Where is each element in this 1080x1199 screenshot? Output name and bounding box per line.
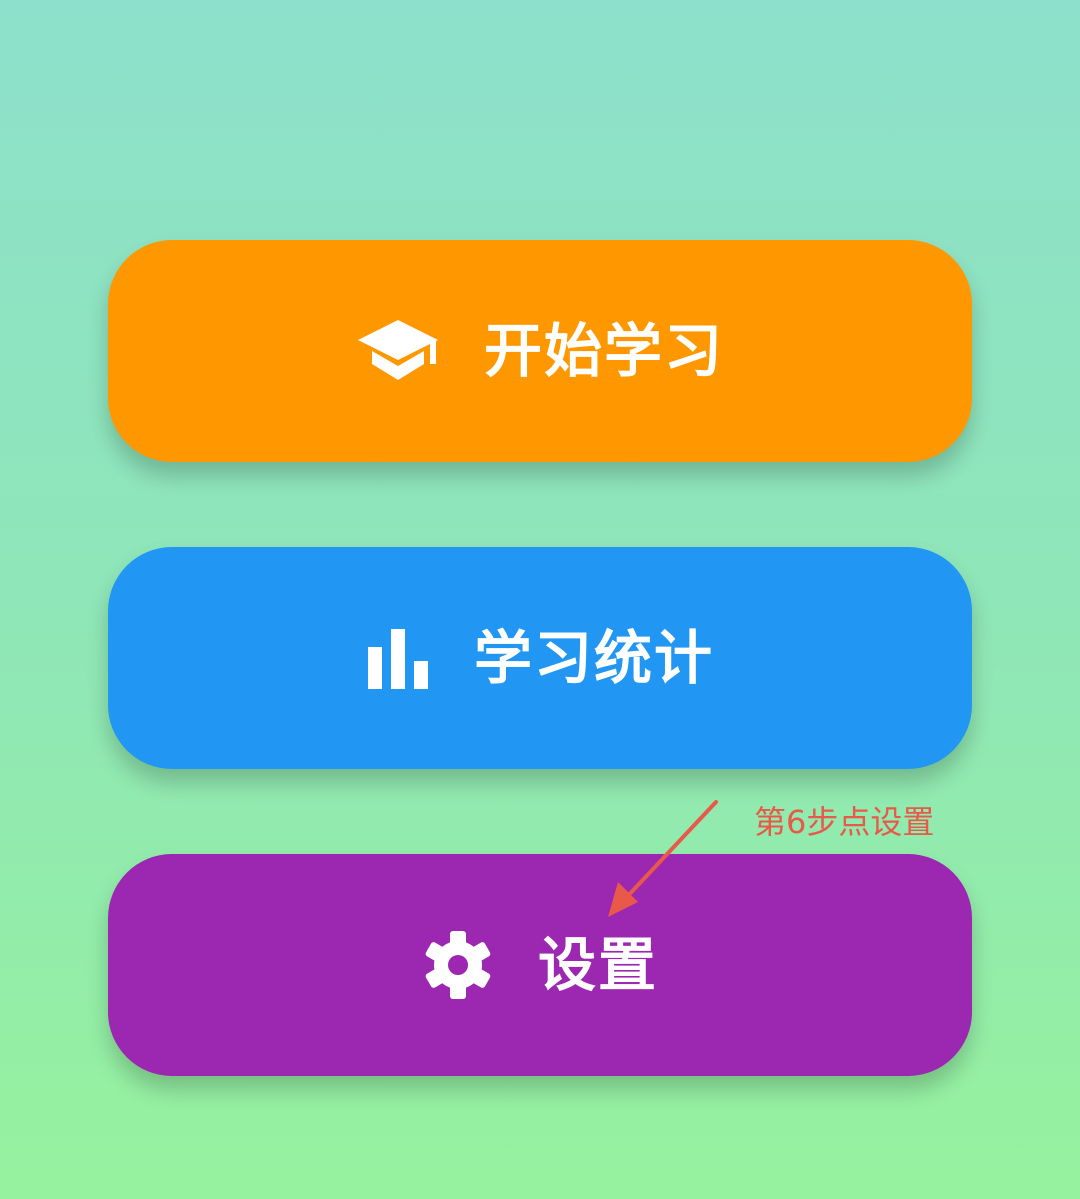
start-study-label: 开始学习 bbox=[483, 317, 724, 385]
gear-hole bbox=[447, 955, 468, 975]
bar-chart-icon bbox=[366, 627, 430, 689]
settings-label: 设置 bbox=[537, 931, 658, 999]
gear-icon bbox=[422, 929, 494, 1001]
graduation-cap-icon bbox=[356, 318, 440, 384]
study-stats-button[interactable]: 学习统计 bbox=[108, 547, 972, 769]
study-stats-label: 学习统计 bbox=[473, 624, 714, 692]
settings-button[interactable]: 设置 bbox=[108, 854, 972, 1076]
study-stats-content: 学习统计 bbox=[366, 627, 714, 689]
start-study-button[interactable]: 开始学习 bbox=[108, 240, 972, 462]
settings-content: 设置 bbox=[422, 929, 658, 1001]
start-study-content: 开始学习 bbox=[356, 318, 724, 384]
annotation-text: 第6步点设置 bbox=[754, 803, 935, 841]
